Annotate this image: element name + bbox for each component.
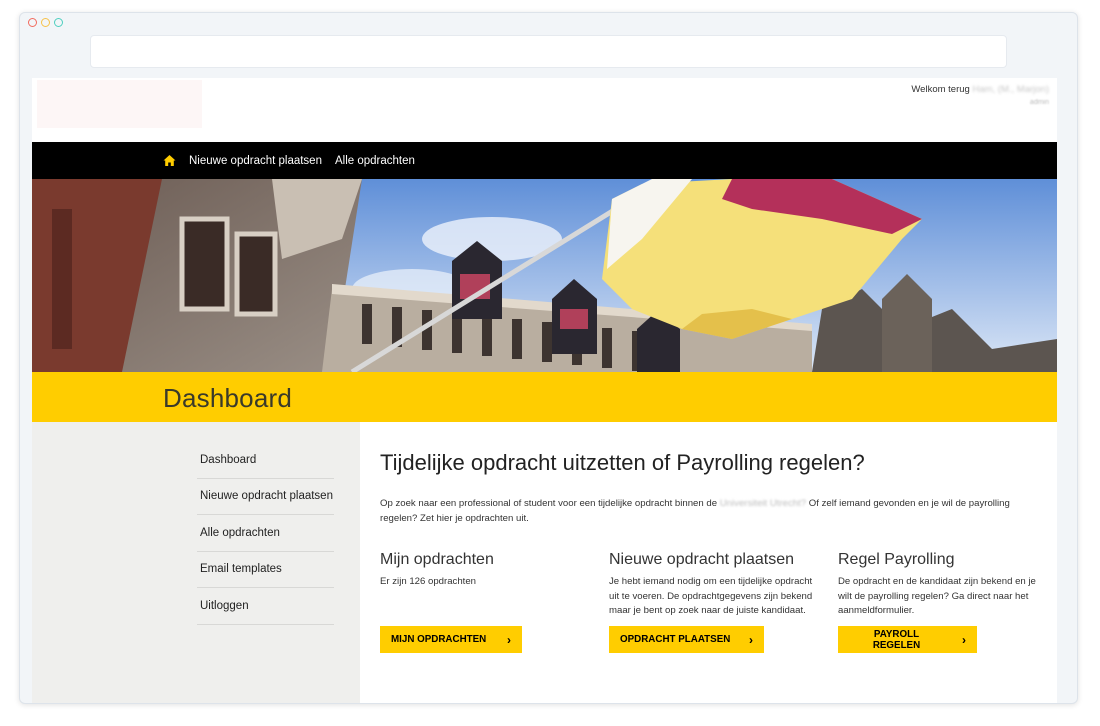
browser-window: Welkom terug Ham, (M., Marjon) admin Nie… [19, 12, 1078, 704]
place-assignment-button[interactable]: OPDRACHT PLAATSEN › [609, 626, 764, 653]
nav-new-assignment[interactable]: Nieuwe opdracht plaatsen [189, 155, 322, 167]
card-text: Je hebt iemand nodig om een tijdelijke o… [609, 576, 813, 616]
welcome-message: Welkom terug Ham, (M., Marjon) admin [911, 83, 1049, 109]
nav-all-assignments[interactable]: Alle opdrachten [335, 155, 415, 167]
my-assignments-button[interactable]: MIJN OPDRACHTEN › [380, 626, 522, 653]
welcome-text: Welkom terug [911, 84, 970, 95]
user-role: admin [1029, 99, 1049, 106]
button-label: MIJN OPDRACHTEN [391, 634, 487, 645]
top-navigation: Nieuwe opdracht plaatsen Alle opdrachten [32, 142, 1057, 179]
button-label: PAYROLL REGELEN [872, 628, 921, 651]
card-title: Nieuwe opdracht plaatsen [609, 551, 795, 568]
minimize-dot-icon[interactable] [41, 18, 50, 27]
maximize-dot-icon[interactable] [54, 18, 63, 27]
sidebar-item-label[interactable]: Uitloggen [200, 600, 249, 612]
user-name: Ham, (M., Marjon) [972, 84, 1049, 95]
close-dot-icon[interactable] [28, 18, 37, 27]
hero-image [32, 179, 1057, 372]
intro-text: Op zoek naar een professional of student… [380, 496, 1030, 526]
chevron-right-icon: › [749, 632, 753, 647]
sidebar-menu: Dashboard Nieuwe opdracht plaatsen Alle … [197, 442, 334, 625]
chevron-right-icon: › [962, 632, 966, 647]
card-text: Er zijn 126 opdrachten [380, 576, 476, 587]
sidebar-item-email-templates[interactable]: Email templates [197, 552, 334, 588]
window-controls [28, 18, 63, 27]
sidebar-item-label[interactable]: Nieuwe opdracht plaatsen [200, 490, 333, 502]
intro-organization: Universiteit Utrecht? [719, 498, 807, 509]
sidebar-item-logout[interactable]: Uitloggen [197, 588, 334, 625]
main-content: Tijdelijke opdracht uitzetten of Payroll… [380, 422, 1040, 703]
card-new-assignment: Nieuwe opdracht plaatsen Je hebt iemand … [609, 551, 819, 653]
title-banner: Dashboard [32, 372, 1057, 422]
sidebar: Dashboard Nieuwe opdracht plaatsen Alle … [32, 422, 360, 703]
sidebar-item-label[interactable]: Alle opdrachten [200, 527, 280, 539]
chevron-right-icon: › [507, 632, 511, 647]
address-bar[interactable] [90, 35, 1007, 68]
web-page: Welkom terug Ham, (M., Marjon) admin Nie… [32, 78, 1057, 703]
button-label: OPDRACHT PLAATSEN [620, 634, 731, 645]
card-my-assignments: Mijn opdrachten Er zijn 126 opdrachten M… [380, 551, 590, 653]
sidebar-item-label[interactable]: Dashboard [200, 454, 256, 466]
card-title: Regel Payrolling [838, 551, 955, 568]
sidebar-item-dashboard[interactable]: Dashboard [197, 442, 334, 479]
sidebar-item-new-assignment[interactable]: Nieuwe opdracht plaatsen [197, 479, 334, 515]
sidebar-item-all-assignments[interactable]: Alle opdrachten [197, 515, 334, 552]
logo[interactable] [37, 80, 202, 128]
card-payrolling: Regel Payrolling De opdracht en de kandi… [838, 551, 1048, 653]
home-icon[interactable] [163, 154, 176, 167]
sidebar-item-label[interactable]: Email templates [200, 563, 282, 575]
intro-part1: Op zoek naar een professional of student… [380, 498, 718, 509]
main-heading: Tijdelijke opdracht uitzetten of Payroll… [380, 450, 865, 475]
page-title: Dashboard [163, 383, 292, 413]
card-title: Mijn opdrachten [380, 551, 494, 568]
card-text: De opdracht en de kandidaat zijn bekend … [838, 576, 1036, 616]
payroll-button[interactable]: PAYROLL REGELEN › [838, 626, 977, 653]
